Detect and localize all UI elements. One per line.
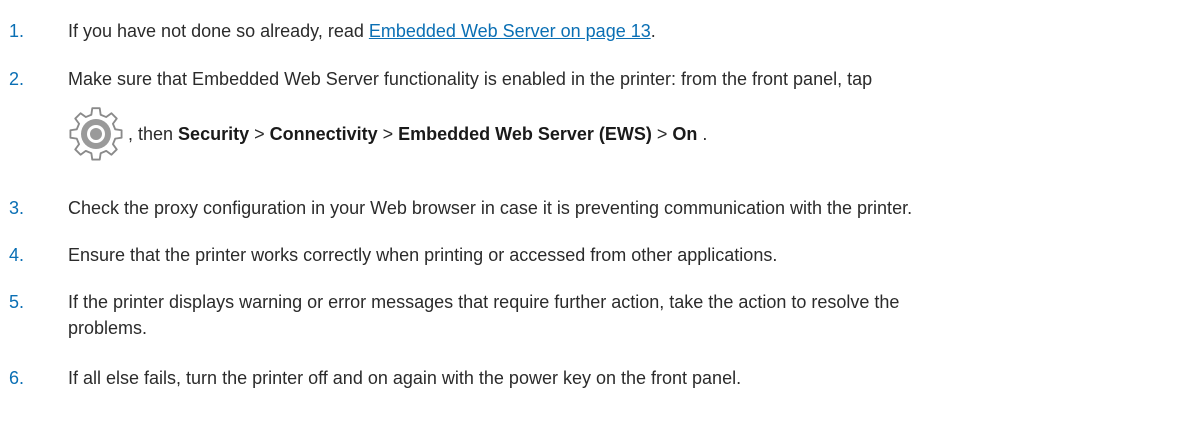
embedded-web-server-link[interactable]: Embedded Web Server on page 13 [369,21,651,41]
path-then: , then [128,124,179,144]
step-text: If all else fails, turn the printer off … [68,368,742,388]
step-number: 6. [9,368,25,388]
step-text: Check the proxy configuration in your We… [68,198,913,218]
step-text-before: If you have not done so already, read [68,21,369,41]
path-end: . [697,124,708,144]
step-text: If you have not done so already, read Em… [68,18,1190,44]
step-text: If the printer displays warning or error… [68,289,1190,341]
path-separator: > [651,124,673,144]
settings-gear-icon [69,107,123,161]
path-separator: > [249,124,270,144]
step-number: 4. [9,245,25,265]
path-security: Security [178,124,250,144]
step-text: Make sure that Embedded Web Server funct… [68,69,873,89]
navigation-path: , then Security > Connectivity > Embedde… [128,121,707,147]
path-separator: > [377,124,399,144]
step-text-line-1: If the printer displays warning or error… [68,292,900,312]
list-item-step-5: 5. If the printer displays warning or er… [0,289,1196,349]
step-number: 1. [9,21,25,41]
path-embedded-web-server: Embedded Web Server (EWS) [398,124,652,144]
step-number: 2. [9,69,25,89]
step-number: 3. [9,198,25,218]
list-item-step-2: 2. Make sure that Embedded Web Server fu… [0,66,1196,166]
step-number: 5. [9,292,25,312]
step-text-after: . [650,21,656,41]
path-connectivity: Connectivity [269,124,378,144]
path-on: On [672,124,698,144]
navigation-path-row: , then Security > Connectivity > Embedde… [68,106,707,162]
step-text-line-2: problems. [68,318,148,338]
step-text: Ensure that the printer works correctly … [68,245,778,265]
